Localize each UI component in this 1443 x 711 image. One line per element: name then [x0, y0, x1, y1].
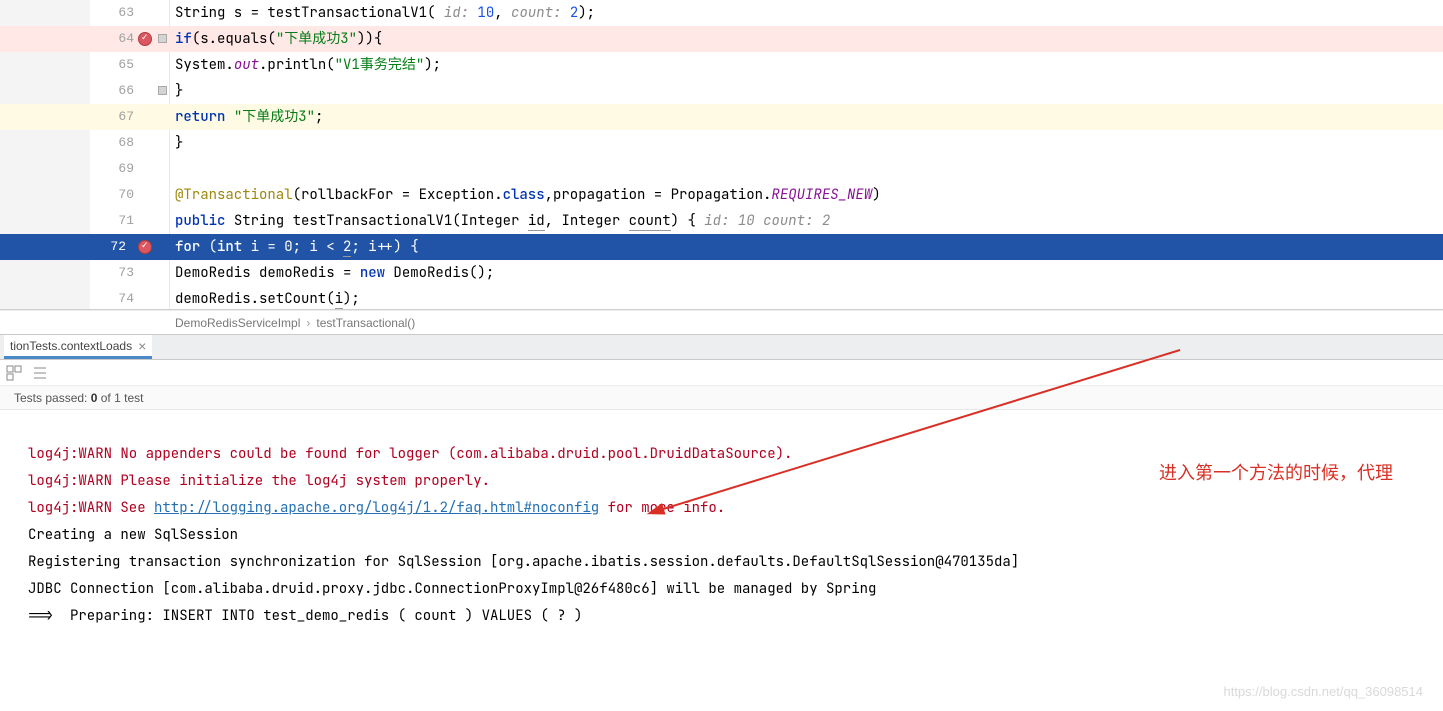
- code-line[interactable]: [175, 156, 1443, 182]
- tab-context-loads[interactable]: tionTests.contextLoads ×: [4, 335, 152, 359]
- console-output[interactable]: log4j:WARN No appenders could be found f…: [0, 410, 1443, 711]
- tree-icon[interactable]: [6, 365, 22, 381]
- console-line: Creating a new SqlSession: [28, 526, 238, 544]
- breakpoint-icon[interactable]: [138, 240, 152, 254]
- code-line[interactable]: System.out.println("V1事务完结");: [175, 52, 1443, 78]
- list-icon[interactable]: [32, 365, 48, 381]
- console-line: log4j:WARN No appenders could be found f…: [28, 445, 792, 463]
- line-number: 63: [98, 0, 134, 26]
- code-line[interactable]: }: [175, 130, 1443, 156]
- tab-label: tionTests.contextLoads: [10, 339, 132, 353]
- code-line[interactable]: return "下单成功3";: [175, 104, 1443, 130]
- line-number: 70: [98, 182, 134, 208]
- tests-passed-label: Tests passed:: [14, 391, 87, 405]
- watermark: https://blog.csdn.net/qq_36098514: [1224, 678, 1424, 705]
- code-line[interactable]: for (int i = 0; i < 2; i++) {: [175, 234, 1443, 260]
- line-number: 65: [98, 52, 134, 78]
- console-line: Registering transaction synchronization …: [28, 553, 1019, 571]
- test-toolbar[interactable]: [0, 360, 1443, 386]
- log4j-faq-link[interactable]: http://logging.apache.org/log4j/1.2/faq.…: [154, 499, 599, 517]
- breakpoint-icon[interactable]: [138, 32, 152, 46]
- breadcrumb-item[interactable]: DemoRedisServiceImpl: [175, 316, 300, 330]
- breadcrumb-item[interactable]: testTransactional(): [316, 316, 415, 330]
- code-line[interactable]: DemoRedis demoRedis = new DemoRedis();: [175, 260, 1443, 286]
- line-number: 72: [90, 234, 134, 260]
- line-number: 71: [98, 208, 134, 234]
- line-number: 73: [98, 260, 134, 286]
- code-line[interactable]: public String testTransactionalV1(Intege…: [175, 208, 1443, 234]
- breadcrumb[interactable]: DemoRedisServiceImpl › testTransactional…: [0, 310, 1443, 334]
- code-editor[interactable]: 63 String s = testTransactionalV1( id: 1…: [0, 0, 1443, 310]
- line-number: 64: [98, 26, 134, 52]
- tests-passed-count: 0: [91, 391, 98, 405]
- annotation-text: 进入第一个方法的时候，代理: [1159, 460, 1393, 487]
- line-number: 67: [98, 104, 134, 130]
- code-line[interactable]: String s = testTransactionalV1( id: 10, …: [175, 0, 1443, 26]
- code-line[interactable]: }: [175, 78, 1443, 104]
- console-line: log4j:WARN Please initialize the log4j s…: [28, 472, 490, 490]
- console-line: log4j:WARN See: [28, 499, 154, 517]
- fold-icon[interactable]: [158, 86, 167, 95]
- code-line[interactable]: if(s.equals("下单成功3")){: [175, 26, 1443, 52]
- line-number: 74: [98, 286, 134, 312]
- chevron-right-icon: ›: [306, 316, 310, 330]
- console-line: ==> Preparing: INSERT INTO test_demo_red…: [28, 607, 591, 625]
- line-number: 69: [98, 156, 134, 182]
- line-number: 68: [98, 130, 134, 156]
- code-line[interactable]: demoRedis.setCount(i);: [175, 286, 1443, 312]
- run-tab-bar[interactable]: tionTests.contextLoads ×: [0, 334, 1443, 360]
- console-line: JDBC Connection [com.alibaba.druid.proxy…: [28, 580, 876, 598]
- code-line[interactable]: @Transactional(rollbackFor = Exception.c…: [175, 182, 1443, 208]
- fold-icon[interactable]: [158, 34, 167, 43]
- line-number: 66: [98, 78, 134, 104]
- test-status-bar: Tests passed: 0 of 1 test: [0, 386, 1443, 410]
- close-icon[interactable]: ×: [138, 339, 146, 353]
